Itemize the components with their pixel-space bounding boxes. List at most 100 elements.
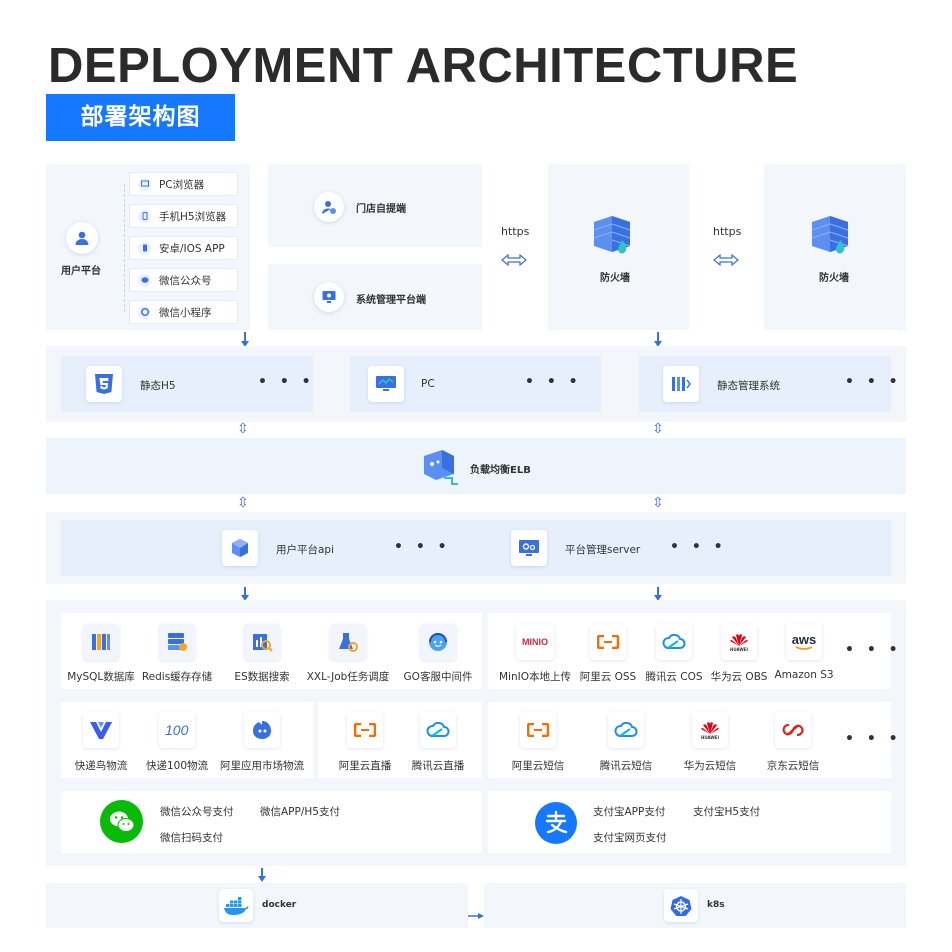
more-dots: • • •	[845, 731, 902, 747]
bidirectional-vertical-icon: ⇳	[652, 421, 664, 437]
https-label-2: https	[713, 225, 742, 238]
sms-label: 京东云短信	[766, 760, 820, 772]
bidirectional-vertical-icon: ⇳	[237, 495, 249, 511]
bidirectional-vertical-icon: ⇳	[652, 495, 664, 511]
server-gear-icon	[511, 530, 547, 566]
firewall-label-2: 防火墙	[819, 273, 849, 284]
more-dots: • • •	[845, 374, 902, 390]
page-title: DEPLOYMENT ARCHITECTURE	[48, 39, 799, 93]
flow-arrow	[654, 587, 662, 601]
sms-label: 阿里云短信	[511, 760, 565, 772]
more-dots: • • •	[525, 374, 582, 390]
wechat-pay-label: 微信APP/H5支付	[260, 806, 340, 818]
flow-arrow	[258, 868, 266, 882]
flow-arrow	[241, 587, 249, 601]
bidirectional-arrow-icon	[500, 252, 528, 271]
app-icon	[138, 241, 151, 255]
bidirectional-arrow-icon	[712, 252, 740, 271]
customer-service-icon	[420, 624, 456, 660]
mobile-icon	[138, 209, 151, 223]
user-platform-icon	[66, 222, 98, 254]
bidirectional-vertical-icon: ⇳	[237, 421, 249, 437]
user-platform-label: 用户平台	[61, 266, 101, 277]
alipay-label: 支付宝H5支付	[693, 806, 761, 818]
mini-program-icon	[138, 305, 151, 319]
aliyun-oss-icon	[590, 624, 626, 660]
docker-icon	[219, 889, 253, 922]
store-client-label: 门店自提端	[356, 204, 406, 215]
admin-server-label: 平台管理server	[565, 544, 641, 556]
client-item-wechat-mini: 微信小程序	[129, 300, 238, 324]
frontend-pc-label: PC	[421, 378, 435, 390]
live-label: 阿里云直播	[338, 760, 392, 772]
frontend-admin-label: 静态管理系统	[717, 380, 780, 392]
alipay-label: 支付宝网页支付	[593, 832, 667, 844]
client-connector-line	[124, 184, 125, 312]
html5-icon	[86, 366, 122, 402]
firewall-label-1: 防火墙	[600, 273, 630, 284]
es-search-icon	[244, 624, 280, 660]
user-api-label: 用户平台api	[276, 544, 335, 556]
svg-text:100: 100	[165, 722, 189, 738]
live-label: 腾讯云直播	[411, 760, 465, 772]
cube-icon	[222, 530, 258, 566]
storage-label: Amazon S3	[774, 669, 834, 681]
huawei-sms-icon: HUAWEI	[692, 712, 728, 748]
client-item-label: 安卓/IOS APP	[159, 242, 225, 255]
tencent-live-icon	[420, 712, 456, 748]
mysql-icon	[83, 624, 119, 660]
admin-system-icon	[663, 366, 699, 402]
huawei-logo-icon: HUAWEI	[721, 624, 757, 660]
admin-client-label: 系统管理平台端	[356, 295, 426, 306]
more-dots: • • •	[845, 642, 902, 658]
chat-icon	[138, 273, 151, 287]
client-item-app: 安卓/IOS APP	[129, 236, 238, 260]
minio-logo-text: MINIO	[522, 637, 548, 647]
middleware-label: XXL-Job任务调度	[306, 671, 390, 683]
minio-logo-icon: MINIO	[516, 624, 554, 660]
firewall-icon	[810, 212, 856, 262]
https-label-1: https	[501, 225, 530, 238]
huawei-logo-text: HUAWEI	[700, 734, 720, 740]
load-balancer-icon	[420, 448, 460, 490]
sms-label: 华为云短信	[683, 760, 737, 772]
tencent-cloud-icon	[656, 624, 692, 660]
docker-panel	[46, 883, 468, 928]
aliyun-live-icon	[347, 712, 383, 748]
client-item-label: 微信小程序	[159, 306, 212, 319]
alipay-label: 支付宝APP支付	[593, 806, 666, 818]
client-item-wechat-official: 微信公众号	[129, 268, 238, 292]
huawei-logo-text: HUAWEI	[729, 646, 749, 652]
job-scheduler-icon	[330, 624, 366, 660]
middleware-label: MySQL数据库	[67, 671, 135, 683]
ali-market-logo-icon	[244, 712, 280, 748]
kuaidi100-logo-icon: 100	[159, 712, 195, 748]
client-item-mobile-browser: 手机H5浏览器	[129, 204, 238, 228]
firewall-icon	[592, 212, 638, 262]
pc-monitor-icon	[368, 366, 404, 402]
aws-logo-text: aws	[791, 631, 817, 647]
middleware-label: ES数据搜索	[234, 671, 290, 683]
client-item-pc-browser: PC浏览器	[129, 172, 238, 196]
client-item-label: PC浏览器	[159, 178, 205, 191]
wechat-icon	[100, 800, 143, 843]
sms-label: 腾讯云短信	[599, 760, 653, 772]
api-cell	[61, 520, 891, 576]
middleware-label: GO客服中间件	[403, 671, 473, 683]
more-dots: • • •	[258, 374, 315, 390]
flow-arrow	[654, 332, 662, 347]
middleware-label: Redis缓存存储	[141, 671, 213, 683]
storage-label: MinIO本地上传	[499, 671, 571, 683]
client-item-label: 手机H5浏览器	[159, 210, 227, 223]
store-user-icon	[314, 192, 344, 222]
alipay-icon	[535, 802, 577, 844]
more-dots: • • •	[394, 539, 451, 555]
wechat-pay-label: 微信公众号支付	[160, 806, 234, 818]
admin-monitor-icon	[314, 282, 344, 312]
browser-icon	[138, 177, 151, 191]
flow-arrow	[241, 332, 249, 347]
client-item-label: 微信公众号	[159, 274, 212, 287]
logistics-label: 快递100物流	[145, 760, 209, 772]
kdniao-logo-icon	[83, 712, 119, 748]
aliyun-sms-icon	[520, 712, 556, 748]
